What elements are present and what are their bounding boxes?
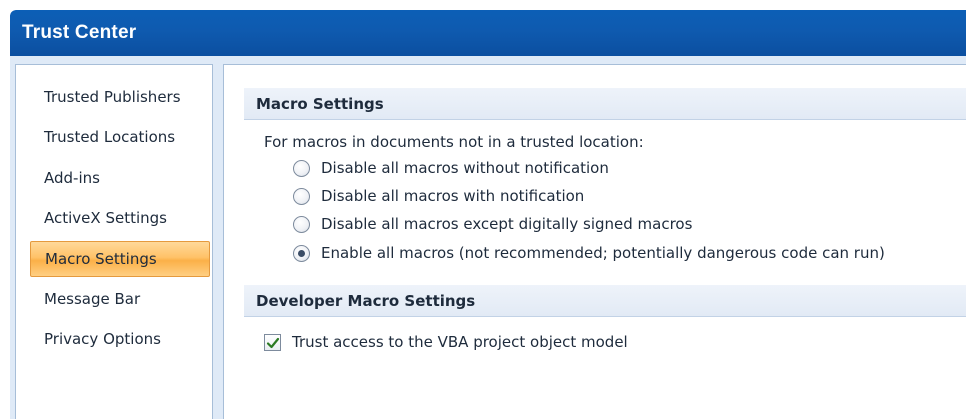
radio-button[interactable] <box>293 188 310 205</box>
sidebar-item-label: Trusted Locations <box>44 128 176 146</box>
title-bar[interactable]: Trust Center <box>10 10 966 56</box>
radio-label: Disable all macros without notification <box>321 159 609 177</box>
sidebar: Trusted Publishers Trusted Locations Add… <box>15 64 213 419</box>
sidebar-item-message-bar[interactable]: Message Bar <box>28 281 212 317</box>
sidebar-item-macro-settings[interactable]: Macro Settings <box>30 241 210 277</box>
macro-settings-intro: For macros in documents not in a trusted… <box>264 133 644 151</box>
radio-label: Enable all macros (not recommended; pote… <box>321 244 885 262</box>
sidebar-item-label: Macro Settings <box>45 250 157 268</box>
radio-label: Disable all macros with notification <box>321 187 585 205</box>
trust-vba-checkbox[interactable] <box>264 334 281 351</box>
window-title: Trust Center <box>22 22 137 43</box>
sidebar-item-trusted-publishers[interactable]: Trusted Publishers <box>28 79 212 115</box>
developer-macro-settings-header: Developer Macro Settings <box>244 285 966 317</box>
checkmark-icon <box>266 337 280 349</box>
sidebar-item-label: Add-ins <box>44 169 100 187</box>
radio-label: Disable all macros except digitally sign… <box>321 215 693 233</box>
sidebar-item-label: Trusted Publishers <box>44 88 181 106</box>
settings-panel: Macro Settings For macros in documents n… <box>223 64 966 419</box>
sidebar-item-add-ins[interactable]: Add-ins <box>28 160 212 196</box>
sidebar-item-trusted-locations[interactable]: Trusted Locations <box>28 119 212 155</box>
sidebar-item-label: Privacy Options <box>44 330 161 348</box>
radio-button[interactable] <box>293 160 310 177</box>
sidebar-item-label: Message Bar <box>44 290 141 308</box>
radio-button[interactable] <box>293 216 310 233</box>
trust-center-window: Trust Center Trusted Publishers Trusted … <box>10 10 966 419</box>
radio-button-selected[interactable] <box>293 245 310 262</box>
dialog-body: Trusted Publishers Trusted Locations Add… <box>10 56 966 419</box>
sidebar-item-privacy-options[interactable]: Privacy Options <box>28 321 212 357</box>
macro-settings-header: Macro Settings <box>244 88 966 120</box>
sidebar-item-activex-settings[interactable]: ActiveX Settings <box>28 200 212 236</box>
sidebar-item-label: ActiveX Settings <box>44 209 167 227</box>
trust-vba-label: Trust access to the VBA project object m… <box>292 333 628 351</box>
